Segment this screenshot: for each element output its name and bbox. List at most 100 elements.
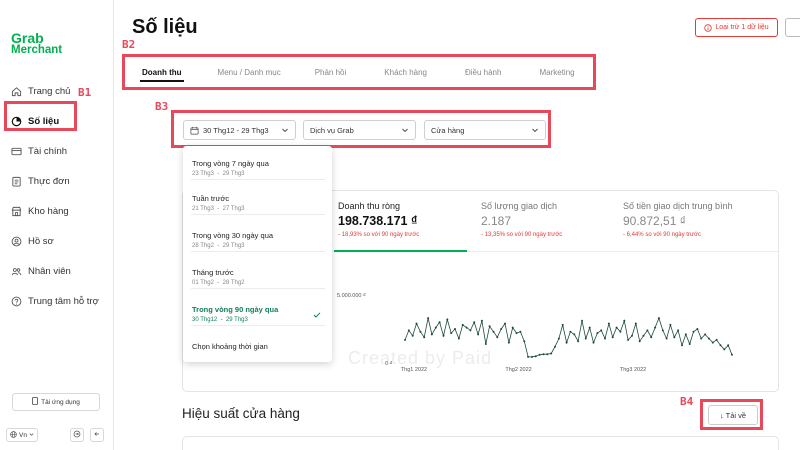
data-point[interactable] bbox=[500, 328, 503, 330]
data-point[interactable] bbox=[407, 329, 410, 332]
store-filter[interactable]: Cửa hàng bbox=[424, 120, 546, 140]
dropdown-option-last-90-days[interactable]: Trong vòng 90 ngày qua 30 Thg12 - 29 Thg… bbox=[191, 296, 325, 326]
data-point[interactable] bbox=[423, 336, 426, 339]
data-point[interactable] bbox=[469, 329, 472, 332]
sidebar-item-finance[interactable]: Tài chính bbox=[0, 136, 114, 166]
tab-customers[interactable]: Khách hàng bbox=[376, 58, 435, 86]
tab-feedback[interactable]: Phản hồi bbox=[307, 58, 355, 86]
data-point[interactable] bbox=[627, 338, 630, 341]
dropdown-option-last-week[interactable]: Tuần trước 21 Thg3 - 27 Thg3 bbox=[191, 185, 325, 215]
data-point[interactable] bbox=[704, 333, 707, 336]
data-point[interactable] bbox=[577, 340, 580, 343]
stat-transaction-count[interactable]: Số lượng giao dịch 2.187 - 13,35% so với… bbox=[481, 201, 562, 238]
data-point[interactable] bbox=[623, 319, 626, 322]
data-point[interactable] bbox=[707, 337, 710, 340]
data-point[interactable] bbox=[546, 353, 549, 356]
data-point[interactable] bbox=[634, 322, 637, 325]
grab-merchant-logo[interactable]: Grab Merchant bbox=[11, 31, 62, 56]
data-point[interactable] bbox=[457, 337, 460, 340]
sidebar-item-statistics[interactable]: Số liệu bbox=[0, 106, 114, 136]
data-point[interactable] bbox=[661, 329, 664, 332]
data-point[interactable] bbox=[677, 329, 680, 332]
data-point[interactable] bbox=[638, 340, 641, 343]
data-point[interactable] bbox=[496, 336, 499, 339]
language-selector[interactable]: Vn bbox=[6, 428, 38, 442]
data-point[interactable] bbox=[665, 337, 668, 340]
data-point[interactable] bbox=[607, 322, 610, 325]
dropdown-option-last-7-days[interactable]: Trong vòng 7 ngày qua 23 Thg3 - 29 Thg3 bbox=[191, 150, 325, 180]
data-point[interactable] bbox=[438, 321, 441, 324]
logout-button[interactable] bbox=[70, 428, 84, 442]
download-app-button[interactable]: Tải ứng dụng bbox=[12, 393, 100, 411]
data-point[interactable] bbox=[542, 353, 545, 356]
data-point[interactable] bbox=[419, 330, 422, 333]
data-point[interactable] bbox=[727, 344, 730, 347]
data-point[interactable] bbox=[604, 337, 606, 340]
tab-revenue[interactable]: Doanh thu bbox=[134, 58, 190, 86]
data-point[interactable] bbox=[430, 333, 433, 336]
data-point[interactable] bbox=[673, 336, 676, 339]
data-point[interactable] bbox=[573, 333, 576, 336]
download-button[interactable]: ↓ Tải về bbox=[708, 405, 758, 425]
data-point[interactable] bbox=[404, 338, 406, 341]
data-point[interactable] bbox=[684, 333, 687, 336]
data-point[interactable] bbox=[477, 333, 480, 336]
data-point[interactable] bbox=[561, 323, 564, 326]
data-point[interactable] bbox=[411, 334, 414, 337]
data-point[interactable] bbox=[715, 338, 718, 341]
exclude-data-button[interactable]: Loại trừ 1 dữ liệu bbox=[695, 18, 778, 37]
more-options-button[interactable] bbox=[785, 18, 800, 37]
data-point[interactable] bbox=[534, 355, 537, 358]
data-point[interactable] bbox=[550, 352, 553, 355]
data-point[interactable] bbox=[519, 330, 522, 333]
data-point[interactable] bbox=[565, 341, 568, 344]
data-point[interactable] bbox=[581, 319, 583, 322]
service-filter[interactable]: Dịch vụ Grab bbox=[303, 120, 416, 140]
data-point[interactable] bbox=[461, 323, 464, 326]
sidebar-item-profile[interactable]: Hồ sơ bbox=[0, 226, 114, 256]
dropdown-option-last-month[interactable]: Tháng trước 01 Thg2 - 28 Thg2 bbox=[191, 259, 325, 289]
data-point[interactable] bbox=[473, 321, 476, 324]
data-point[interactable] bbox=[527, 355, 530, 358]
data-point[interactable] bbox=[446, 318, 449, 321]
data-point[interactable] bbox=[569, 330, 572, 333]
data-point[interactable] bbox=[523, 340, 526, 343]
data-point[interactable] bbox=[507, 341, 510, 344]
data-point[interactable] bbox=[484, 343, 487, 345]
data-point[interactable] bbox=[731, 353, 733, 356]
tab-marketing[interactable]: Marketing bbox=[531, 58, 582, 86]
stat-average-transaction[interactable]: Số tiền giao dịch trung bình 90.872,51 ₫… bbox=[623, 201, 733, 238]
sidebar-item-home[interactable]: Trang chủ bbox=[0, 76, 114, 106]
data-point[interactable] bbox=[504, 322, 506, 325]
data-point[interactable] bbox=[515, 332, 518, 335]
data-point[interactable] bbox=[596, 332, 599, 335]
data-point[interactable] bbox=[646, 329, 649, 332]
data-point[interactable] bbox=[531, 355, 533, 358]
data-point[interactable] bbox=[554, 345, 556, 348]
data-point[interactable] bbox=[711, 341, 714, 344]
data-point[interactable] bbox=[592, 341, 595, 344]
data-point[interactable] bbox=[454, 328, 456, 330]
data-point[interactable] bbox=[450, 332, 453, 335]
dropdown-option-last-30-days[interactable]: Trong vòng 30 ngày qua 28 Thg2 - 29 Thg3 bbox=[191, 222, 325, 252]
data-point[interactable] bbox=[688, 343, 691, 345]
data-point[interactable] bbox=[669, 323, 672, 326]
data-point[interactable] bbox=[584, 337, 587, 340]
data-point[interactable] bbox=[434, 326, 437, 329]
data-point[interactable] bbox=[588, 326, 591, 329]
tab-menu-category[interactable]: Menu / Danh mục bbox=[210, 58, 289, 86]
data-point[interactable] bbox=[511, 326, 514, 329]
data-point[interactable] bbox=[657, 317, 660, 320]
data-point[interactable] bbox=[538, 353, 541, 356]
data-point[interactable] bbox=[723, 348, 726, 351]
data-point[interactable] bbox=[480, 319, 483, 322]
dropdown-option-custom-range[interactable]: Chọn khoảng thời gian bbox=[191, 333, 325, 363]
data-point[interactable] bbox=[631, 334, 633, 337]
data-point[interactable] bbox=[488, 325, 491, 328]
date-range-filter[interactable]: 30 Thg12 - 29 Thg3 bbox=[183, 120, 296, 140]
data-point[interactable] bbox=[700, 337, 703, 340]
data-point[interactable] bbox=[492, 330, 495, 333]
data-point[interactable] bbox=[615, 326, 618, 329]
data-point[interactable] bbox=[600, 329, 603, 332]
data-point[interactable] bbox=[696, 328, 699, 330]
